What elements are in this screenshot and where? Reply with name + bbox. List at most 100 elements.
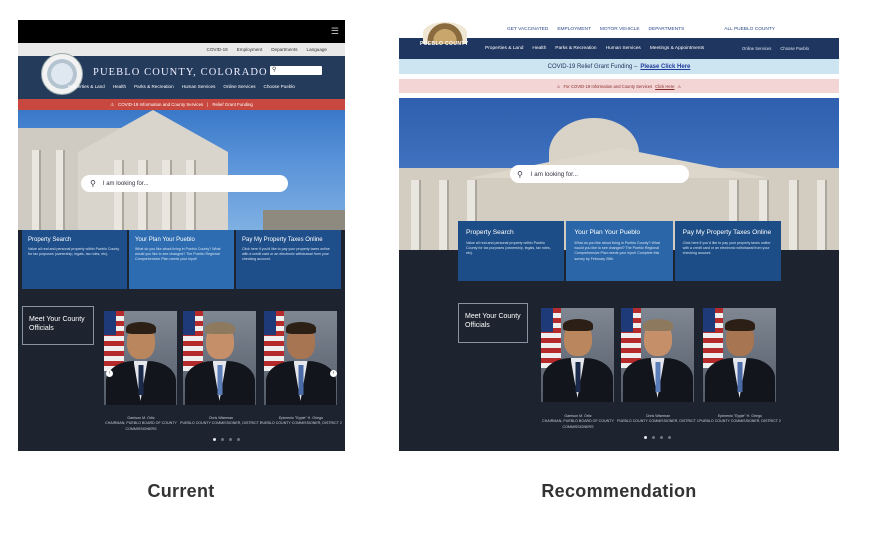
utility-link-covid[interactable]: COVID-19 <box>207 47 228 52</box>
utility-link-employment[interactable]: Employment <box>237 47 263 52</box>
main-nav: Properties & Land Health Parks & Recreat… <box>485 46 704 51</box>
logo-text[interactable]: PUEBLO COUNTY <box>420 41 469 47</box>
recommended-website-mockup: GET VACCINATED EMPLOYMENT MOTOR VEHICLE … <box>399 20 839 451</box>
tile-title: Pay My Property Taxes Online <box>682 229 772 236</box>
official-caption-2: Chris Wiseman PUEBLO COUNTY COMMISSIONER… <box>178 416 264 427</box>
meet-officials-heading: Meet Your County Officials <box>22 306 94 345</box>
alert-separator: | <box>207 102 209 107</box>
nav-item-human-services[interactable]: Human Services <box>182 84 216 89</box>
nav-item-choose-pueblo[interactable]: Choose Pueblo <box>780 46 809 51</box>
top-links: GET VACCINATED EMPLOYMENT MOTOR VEHICLE … <box>507 27 684 32</box>
nav-item-human-services[interactable]: Human Services <box>606 46 641 51</box>
alert-banner: ⚠ COVID-19 Information and County Servic… <box>18 99 345 110</box>
carousel-dot[interactable] <box>213 438 216 441</box>
official-photo-2[interactable] <box>621 308 694 402</box>
carousel-dots <box>213 438 240 441</box>
carousel-dot[interactable] <box>668 436 671 439</box>
site-title: PUEBLO COUNTY, COLORADO <box>93 67 268 78</box>
carousel-dot[interactable] <box>644 436 647 439</box>
top-link-vaccinated[interactable]: GET VACCINATED <box>507 27 548 32</box>
tile-property-search[interactable]: Property Search Value all real and perso… <box>458 221 565 281</box>
secondary-nav: Online Services Choose Pueblo <box>742 46 809 51</box>
tile-text: What do you like about living in Pueblo … <box>574 240 660 261</box>
tile-text: Click here if you'd like to pay your pro… <box>682 240 771 256</box>
alert-link[interactable]: Click Here <box>655 84 674 89</box>
official-caption-3: Epimenio "Eppie" H. Griego PUEBLO COUNTY… <box>697 414 783 425</box>
caption-recommendation: Recommendation <box>541 481 697 501</box>
top-link-departments[interactable]: DEPARTMENTS <box>649 27 685 32</box>
covid-banner-link[interactable]: Please Click Here <box>640 64 690 70</box>
carousel-prev-icon[interactable]: ‹ <box>106 370 113 377</box>
alert-link[interactable]: Relief Grant Funding <box>212 102 253 107</box>
hero-search-input[interactable]: ⚲ I am looking for... <box>81 175 288 192</box>
covid-relief-banner: COVID-19 Relief Grant Funding – Please C… <box>399 59 839 74</box>
official-role: CHAIRMAN, PUEBLO BOARD OF COUNTY COMMISS… <box>105 421 177 431</box>
warning-icon: ⚠ <box>556 83 561 89</box>
official-photo-3[interactable] <box>703 308 776 402</box>
quick-link-tiles: Property Search Value all real and perso… <box>458 221 781 281</box>
nav-item-health[interactable]: Health <box>532 46 546 51</box>
nav-item-properties[interactable]: Properties & Land <box>68 84 105 89</box>
header-search-input[interactable]: ⚲ <box>270 66 322 75</box>
nav-item-meetings[interactable]: Meetings & Appointments <box>650 46 704 51</box>
official-photo-3[interactable] <box>264 311 337 405</box>
official-caption-3: Epimenio "Eppie" H. Griego PUEBLO COUNTY… <box>258 416 344 427</box>
warning-icon: ⚠ <box>110 101 115 107</box>
nav-item-parks[interactable]: Parks & Recreation <box>555 46 596 51</box>
top-black-bar <box>18 20 345 43</box>
main-nav: Properties & Land Health Parks & Recreat… <box>18 84 345 89</box>
tile-text: Value all real and personal property wit… <box>28 247 120 257</box>
hamburger-icon[interactable]: ☰ <box>331 26 339 37</box>
carousel-dot[interactable] <box>660 436 663 439</box>
alert-text: For COVID-19 Information and County Serv… <box>563 83 653 89</box>
tile-text: Value all real and personal property wit… <box>466 240 551 256</box>
nav-item-parks[interactable]: Parks & Recreation <box>134 84 174 89</box>
search-placeholder: I am looking for... <box>530 170 578 178</box>
hero-search-input[interactable]: ⚲ I am looking for... <box>510 165 689 183</box>
official-role: PUEBLO COUNTY COMMISSIONER, DISTRICT 1 <box>180 421 262 426</box>
current-website-mockup: ☰ COVID-19 Employment Departments Langua… <box>18 20 345 451</box>
nav-item-online-services[interactable]: Online Services <box>742 46 771 51</box>
official-photo-2[interactable] <box>183 311 256 405</box>
covid-banner-text: COVID-19 Relief Grant Funding – <box>547 63 638 70</box>
alert-text[interactable]: COVID-19 Information and County Services <box>118 102 203 107</box>
tile-title: Property Search <box>466 229 514 236</box>
utility-link-departments[interactable]: Departments <box>271 47 297 52</box>
utility-link-language[interactable]: Language <box>307 47 327 52</box>
hero-courthouse-image <box>18 110 345 230</box>
alert-banner: ⚠ For COVID-19 Information and County Se… <box>399 79 839 93</box>
warning-icon: ⚠ <box>677 83 682 89</box>
nav-item-health[interactable]: Health <box>113 84 126 89</box>
caption-current: Current <box>147 481 215 501</box>
search-icon: ⚲ <box>517 169 523 179</box>
official-photo-1[interactable] <box>541 308 614 402</box>
quick-link-tiles: Property Search Value all real and perso… <box>22 230 341 289</box>
carousel-dot[interactable] <box>229 438 232 441</box>
carousel-dot[interactable] <box>652 436 655 439</box>
tile-text: What do you like about living in Pueblo … <box>135 247 221 262</box>
official-role: PUEBLO COUNTY COMMISSIONER, DISTRICT 1 <box>617 419 699 424</box>
tile-your-plan[interactable]: Your Plan Your Pueblo What do you like a… <box>566 221 673 281</box>
tile-title: Pay My Property Taxes Online <box>242 237 323 243</box>
tile-pay-taxes[interactable]: Pay My Property Taxes Online Click here … <box>674 221 781 281</box>
official-caption-1: Garrison M. Ortiz CHAIRMAN, PUEBLO BOARD… <box>98 416 184 432</box>
top-link-employment[interactable]: EMPLOYMENT <box>557 27 591 32</box>
top-link-motor-vehicle[interactable]: MOTOR VEHICLE <box>600 27 640 32</box>
tile-title: Your Plan Your Pueblo <box>135 237 195 243</box>
carousel-next-icon[interactable]: › <box>330 370 337 377</box>
county-selector[interactable]: ALL PUEBLO COUNTY <box>724 27 775 32</box>
meet-officials-heading: Meet Your County Officials <box>458 303 528 343</box>
nav-item-properties[interactable]: Properties & Land <box>485 46 523 51</box>
tile-your-plan[interactable]: Your Plan Your Pueblo What do you like a… <box>129 230 234 289</box>
nav-item-online-services[interactable]: Online Services <box>223 84 255 89</box>
tile-property-search[interactable]: Property Search Value all real and perso… <box>22 230 127 289</box>
tile-pay-taxes[interactable]: Pay My Property Taxes Online Click here … <box>236 230 341 289</box>
search-icon: ⚲ <box>90 179 96 188</box>
carousel-dot[interactable] <box>221 438 224 441</box>
official-photo-1[interactable] <box>104 311 177 405</box>
nav-item-choose-pueblo[interactable]: Choose Pueblo <box>264 84 295 89</box>
search-placeholder: I am looking for... <box>102 180 149 187</box>
tile-text: Click here if you'd like to pay your pro… <box>242 247 330 262</box>
carousel-dot[interactable] <box>237 438 240 441</box>
official-caption-2: Chris Wiseman PUEBLO COUNTY COMMISSIONER… <box>615 414 701 425</box>
